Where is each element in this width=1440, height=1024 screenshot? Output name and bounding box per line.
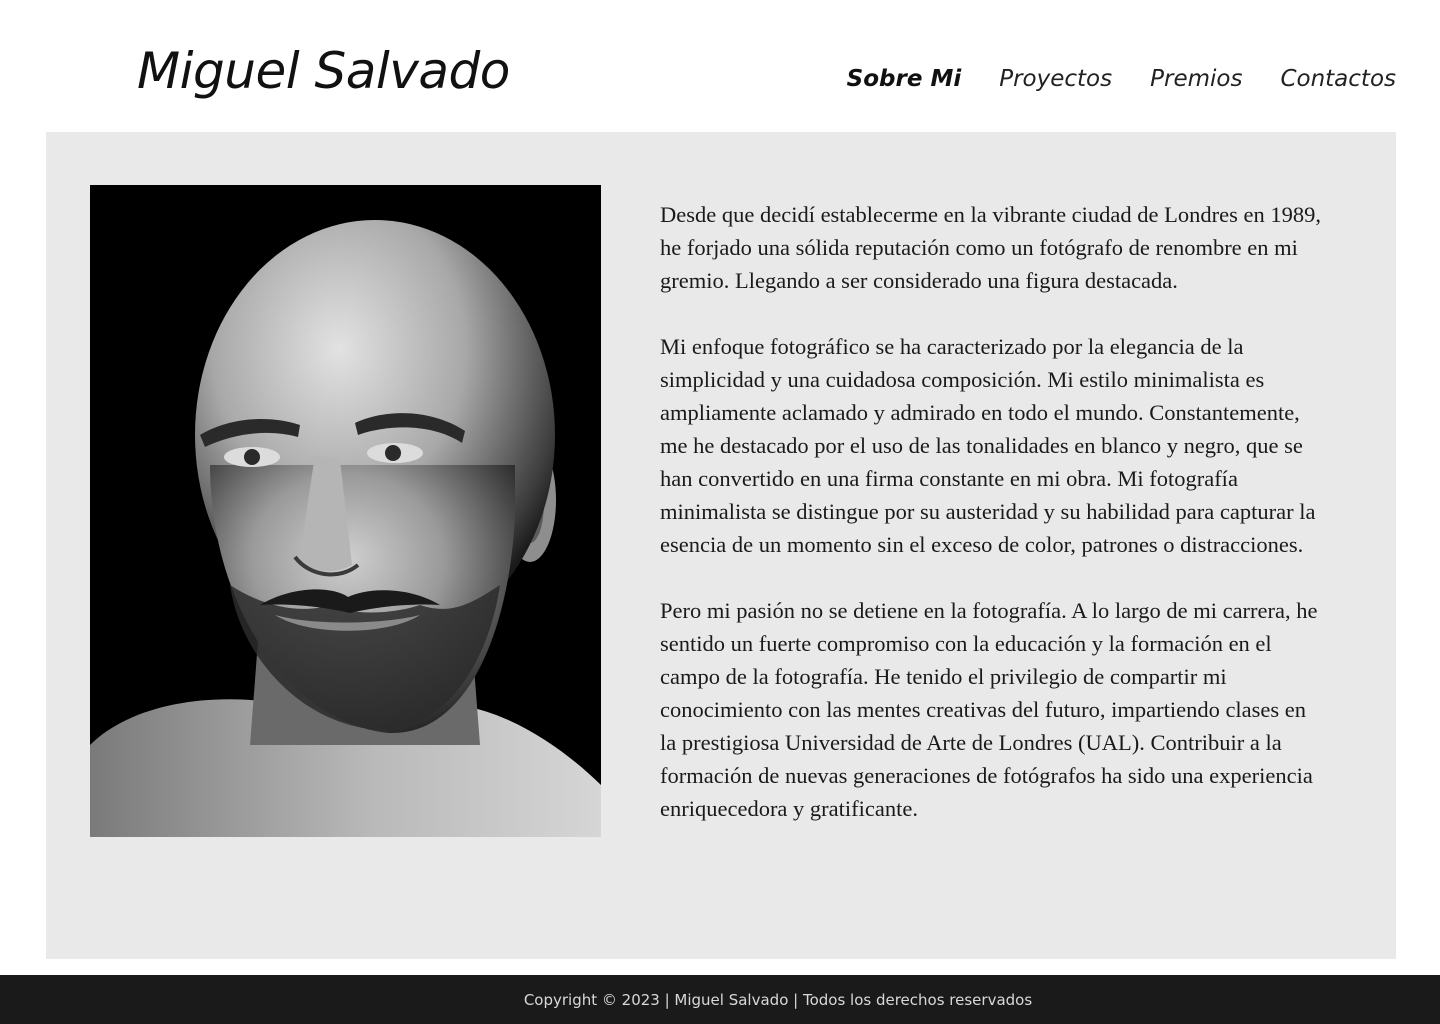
bio-paragraph-3: Pero mi pasión no se detiene en la fotog… — [660, 598, 1318, 821]
site-title[interactable]: Miguel Salvado — [137, 44, 510, 99]
nav-link-premios[interactable]: Premios — [1150, 66, 1242, 94]
nav-link-proyectos[interactable]: Proyectos — [999, 66, 1112, 94]
portrait-image — [90, 185, 601, 837]
nav-link-sobre-mi[interactable]: Sobre Mi — [847, 66, 962, 94]
bio-paragraph-1: Desde que decidí establecerme en la vibr… — [660, 202, 1321, 293]
nav-link-contactos[interactable]: Contactos — [1280, 66, 1396, 94]
bio-text: Desde que decidí establecerme en la vibr… — [660, 198, 1325, 858]
portrait-photo — [90, 185, 601, 837]
site-footer: Copyright © 2023 | Miguel Salvado | Todo… — [0, 975, 1440, 1024]
copyright-text: Copyright © 2023 | Miguel Salvado | Todo… — [523, 990, 1033, 1009]
bio-paragraph-2: Mi enfoque fotográfico se ha caracteriza… — [660, 334, 1316, 557]
site-header: Miguel Salvado Sobre Mi Proyectos Premio… — [0, 0, 1440, 132]
main-nav: Sobre Mi Proyectos Premios Contactos — [847, 66, 1396, 94]
about-section: Desde que decidí establecerme en la vibr… — [46, 132, 1396, 959]
